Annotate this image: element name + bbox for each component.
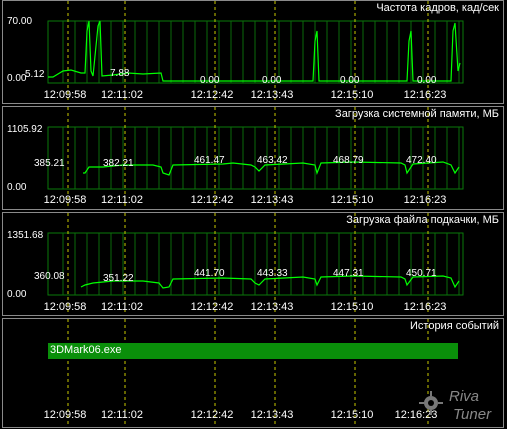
marker-lines	[67, 107, 429, 207]
time-tick: 12:16:23	[403, 301, 447, 313]
time-tick: 12:16:23	[403, 194, 447, 206]
value-label: 382.21	[103, 158, 134, 169]
time-tick: 12:12:42	[190, 301, 234, 313]
event-bar-3dmark06[interactable]: 3DMark06.exe	[48, 343, 458, 359]
value-label: 7.88	[110, 68, 130, 79]
pagefile-graph	[47, 213, 464, 313]
grid	[47, 232, 464, 296]
time-tick: 12:12:42	[190, 194, 234, 206]
value-label: 0.00	[340, 75, 360, 86]
time-tick: 12:13:43	[250, 194, 294, 206]
time-tick: 12:13:43	[250, 89, 294, 101]
value-label: 351.22	[103, 273, 134, 284]
value-label: 443.33	[257, 268, 288, 279]
event-label: 3DMark06.exe	[50, 344, 122, 356]
value-label: 468.79	[333, 155, 364, 166]
time-tick: 12:09:58	[43, 194, 87, 206]
time-tick: 12:16:23	[403, 89, 447, 101]
value-label: 472.40	[406, 155, 437, 166]
time-tick: 12:09:58	[43, 409, 87, 421]
value-label: 5.12	[25, 69, 45, 80]
time-tick: 12:11:02	[100, 89, 144, 101]
time-tick: 12:15:10	[330, 194, 374, 206]
value-label: 463.42	[257, 155, 288, 166]
value-label: 441.70	[194, 268, 225, 279]
time-tick: 12:09:58	[43, 301, 87, 313]
marker-lines	[67, 1, 429, 101]
time-tick: 12:15:10	[330, 89, 374, 101]
rivatuner-logo: Riva Tuner	[417, 381, 501, 425]
time-tick: 12:15:10	[330, 409, 374, 421]
time-tick: 12:09:58	[43, 89, 87, 101]
value-label: 461.47	[194, 155, 225, 166]
time-tick: 12:12:42	[190, 89, 234, 101]
value-label: 385.21	[34, 158, 65, 169]
time-tick: 12:13:43	[250, 409, 294, 421]
time-tick: 12:15:10	[330, 301, 374, 313]
value-label: 450.71	[406, 268, 437, 279]
time-tick: 12:11:02	[100, 194, 144, 206]
time-tick: 12:11:02	[100, 301, 144, 313]
marker-lines	[67, 213, 429, 313]
logo-text-bottom: Tuner	[453, 406, 492, 423]
value-label: 0.00	[200, 75, 220, 86]
value-label: 360.08	[34, 271, 65, 282]
time-tick: 12:12:42	[190, 409, 234, 421]
monitoring-window: Частота кадров, кад/сек 70.00 0.00 Загру…	[0, 0, 507, 429]
gear-icon	[419, 391, 443, 415]
value-label: 0.00	[417, 75, 437, 86]
time-tick: 12:11:02	[100, 409, 144, 421]
fps-graph	[47, 1, 464, 101]
time-tick: 12:13:43	[250, 301, 294, 313]
logo-text-top: Riva	[449, 388, 479, 405]
value-label: 0.00	[262, 75, 282, 86]
value-label: 447.31	[333, 268, 364, 279]
